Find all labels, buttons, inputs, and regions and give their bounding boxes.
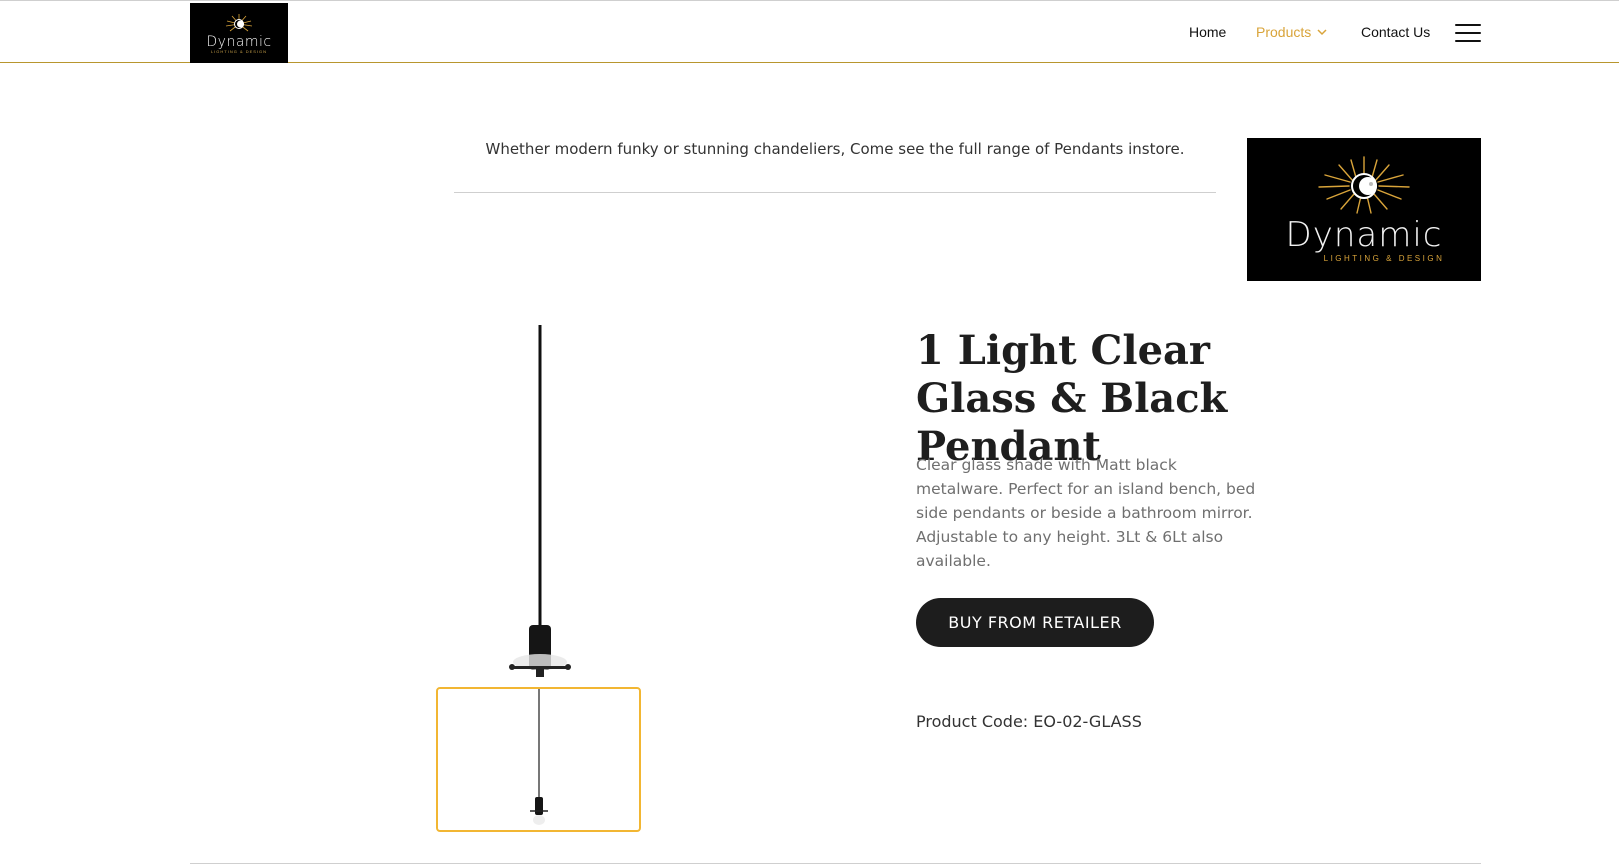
product-thumbnail[interactable] bbox=[436, 687, 641, 832]
product-code: Product Code: EO-02-GLASS bbox=[916, 712, 1142, 731]
logo-brand-text: Dynamic bbox=[206, 33, 272, 50]
product-title: 1 Light Clear Glass & Black Pendant bbox=[916, 327, 1228, 470]
nav-products-label: Products bbox=[1256, 24, 1312, 40]
nav-products-link[interactable]: Products bbox=[1256, 24, 1327, 40]
pendant-thumbnail-image bbox=[530, 689, 548, 825]
site-header: Dynamic LIGHTING & DESIGN Home Products … bbox=[0, 0, 1619, 63]
logo-tagline: LIGHTING & DESIGN bbox=[210, 48, 268, 54]
intro-text: Whether modern funky or stunning chandel… bbox=[485, 140, 1185, 158]
product-pendant-image bbox=[509, 325, 571, 677]
sun-logo-icon bbox=[225, 13, 253, 31]
brand-logo-panel: Dynamic LIGHTING & DESIGN bbox=[1247, 138, 1481, 281]
nav-home-link[interactable]: Home bbox=[1189, 24, 1226, 40]
logo-tagline: LIGHTING & DESIGN bbox=[1323, 253, 1445, 263]
logo-brand-text: Dynamic bbox=[1285, 214, 1443, 255]
intro-divider bbox=[454, 192, 1216, 193]
menu-hamburger-icon[interactable] bbox=[1455, 24, 1481, 42]
nav-contact-link[interactable]: Contact Us bbox=[1361, 24, 1430, 40]
product-description: Clear glass shade with Matt black metalw… bbox=[916, 456, 1256, 570]
site-logo[interactable]: Dynamic LIGHTING & DESIGN bbox=[190, 3, 288, 63]
buy-from-retailer-button[interactable]: BUY FROM RETAILER bbox=[916, 598, 1154, 647]
sun-logo-icon bbox=[1318, 155, 1410, 214]
chevron-down-icon bbox=[1317, 29, 1327, 36]
